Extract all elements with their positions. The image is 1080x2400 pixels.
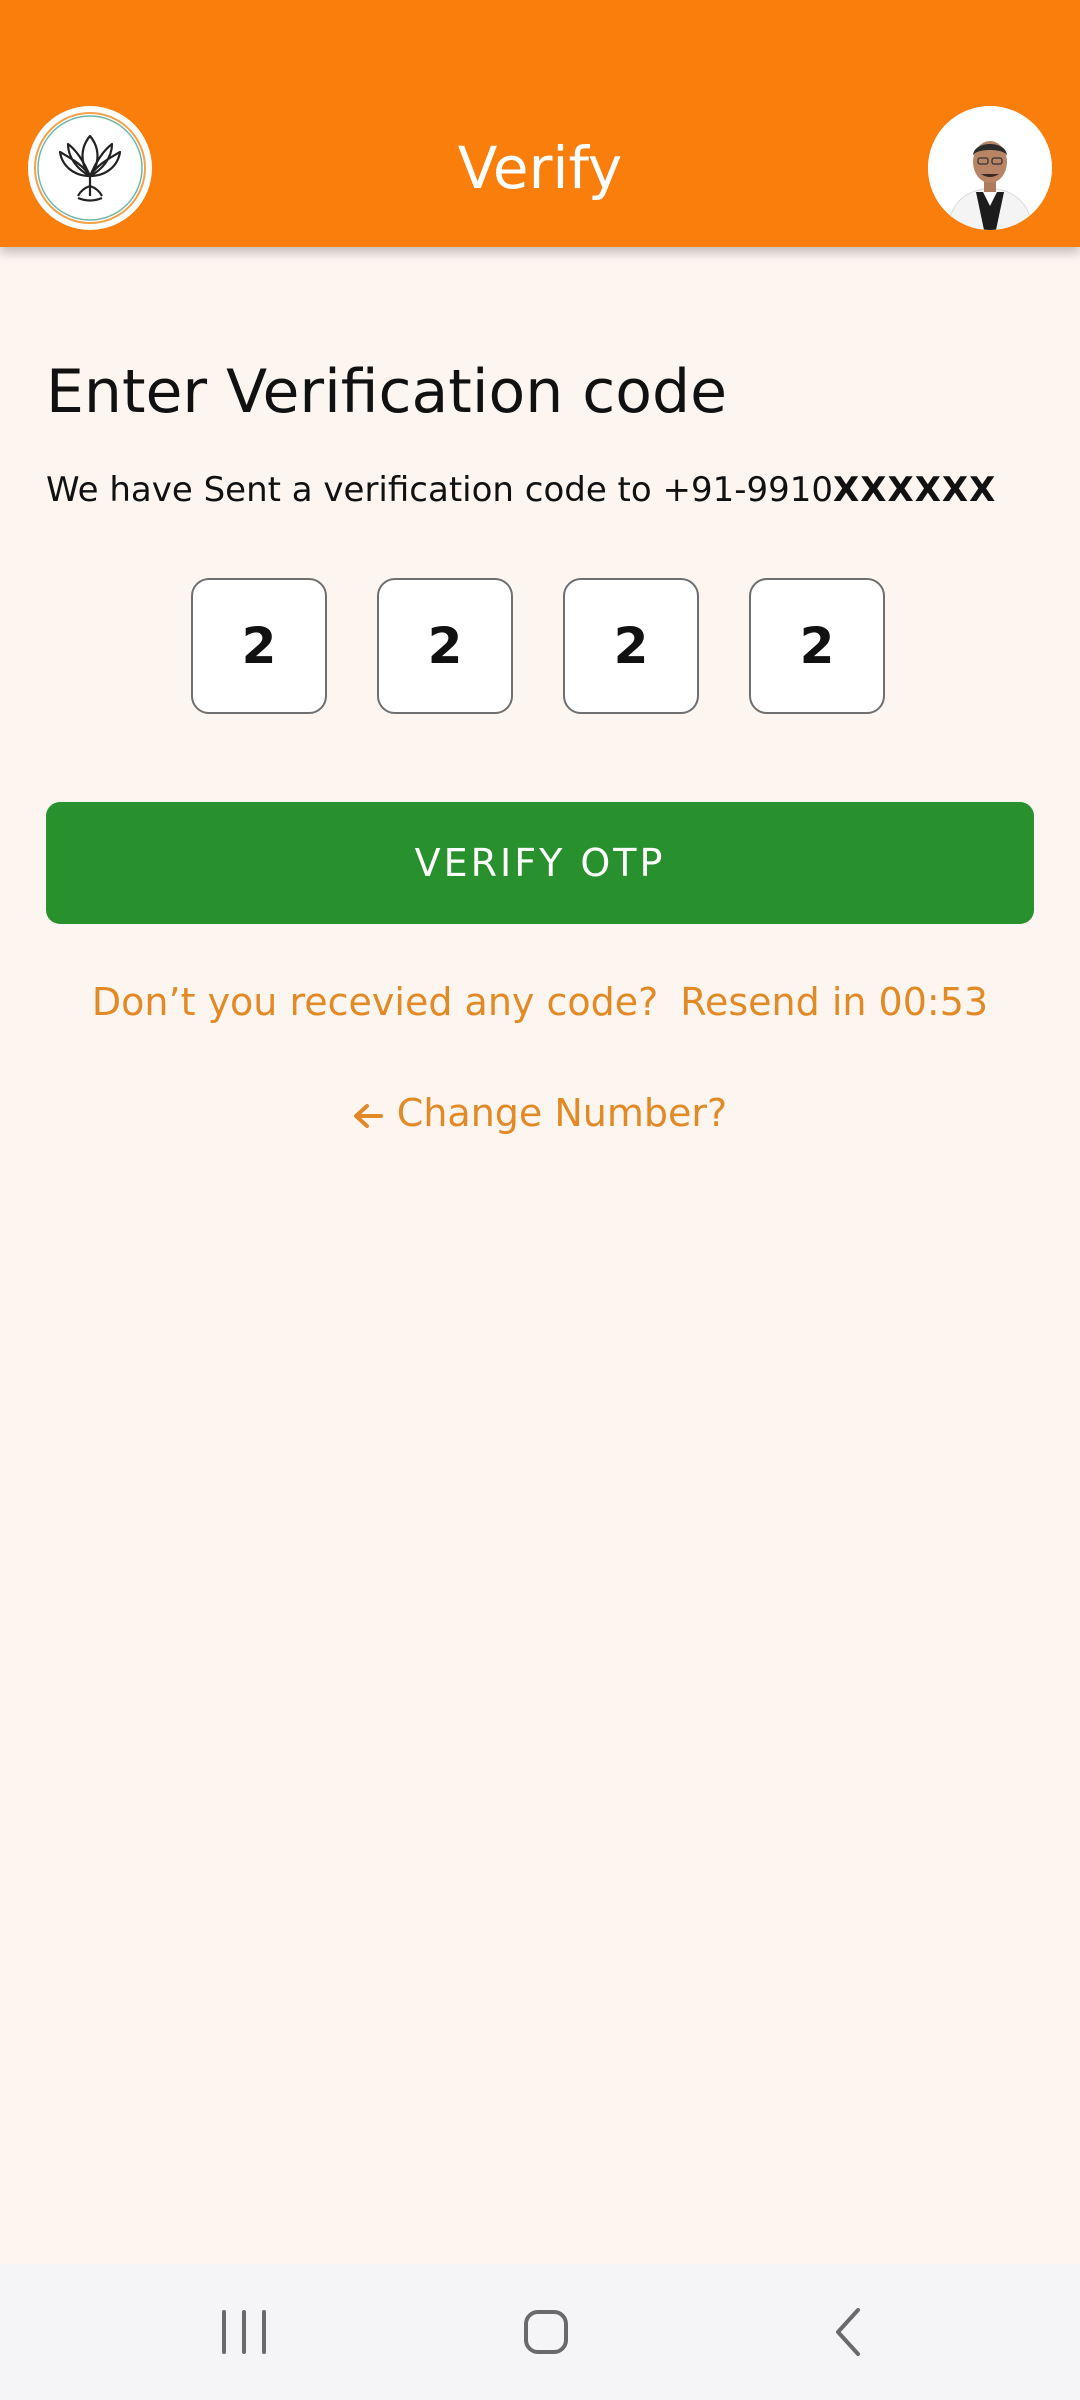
back-icon[interactable] [824,2292,876,2376]
resend-timer[interactable]: Resend in 00:53 [680,980,988,1024]
otp-input-row: 2 2 2 2 [191,578,889,716]
change-number-label: Change Number? [396,1091,728,1135]
app-bar: Verify [0,0,1080,247]
arrow-left-icon [353,1085,383,1141]
page-title: Verify [457,134,623,202]
verify-otp-button[interactable]: VERIFY OTP [46,802,1034,924]
sent-code-message: We have Sent a verification code to +91-… [46,470,834,510]
otp-digit-2[interactable]: 2 [377,578,513,714]
otp-digit-3[interactable]: 2 [563,578,699,714]
recent-apps-icon[interactable] [218,2292,270,2376]
verification-heading: Enter Verification code [46,357,728,427]
resend-code-row: Don’t you recevied any code? Resend in 00… [0,974,1080,1030]
system-nav-bar [0,2264,1080,2400]
otp-digit-1[interactable]: 2 [191,578,327,714]
masked-phone-number: XXXXXX [833,470,997,510]
change-number-link[interactable]: Change Number? [0,1085,1080,1141]
otp-digit-4[interactable]: 2 [749,578,885,714]
sent-code-text: We have Sent a verification code to +91-… [46,466,996,514]
profile-avatar-icon[interactable] [928,106,1052,230]
resend-question: Don’t you recevied any code? [91,980,659,1024]
home-icon[interactable] [516,2292,576,2376]
